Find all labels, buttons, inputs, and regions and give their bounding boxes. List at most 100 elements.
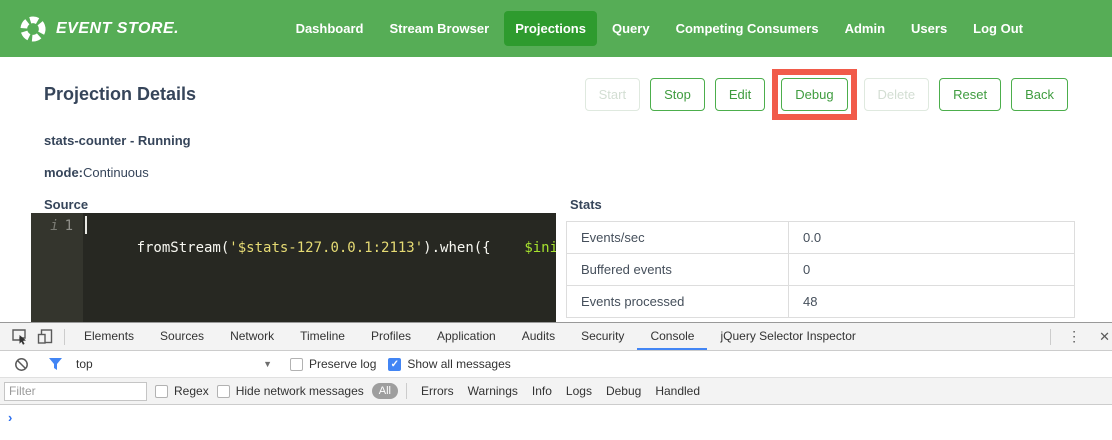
nav-item-projections[interactable]: Projections: [504, 11, 597, 46]
show-all-messages-checkbox[interactable]: ✓: [388, 358, 401, 371]
toolbar-divider: [64, 329, 65, 345]
nav-menu: DashboardStream BrowserProjectionsQueryC…: [285, 11, 1034, 46]
nav-item-admin[interactable]: Admin: [834, 11, 896, 46]
mode-value: Continuous: [83, 165, 149, 180]
tab-jquery-selector-inspector[interactable]: jQuery Selector Inspector: [707, 323, 868, 350]
tab-security[interactable]: Security: [568, 323, 637, 350]
stat-value-cell: 0: [789, 254, 1075, 286]
nav-item-dashboard[interactable]: Dashboard: [285, 11, 375, 46]
code-token-plain: fromStream(: [137, 240, 230, 256]
debug-button[interactable]: Debug: [781, 78, 847, 111]
close-devtools-icon[interactable]: ✕: [1091, 329, 1112, 345]
delete-button[interactable]: Delete: [864, 78, 930, 111]
stat-value-cell: 0.0: [789, 222, 1075, 254]
tab-profiles[interactable]: Profiles: [358, 323, 424, 350]
tab-application[interactable]: Application: [424, 323, 509, 350]
reset-button[interactable]: Reset: [939, 78, 1001, 111]
toolbar-divider: [1050, 329, 1051, 345]
cursor-caret: [85, 216, 87, 234]
show-all-messages-option[interactable]: ✓ Show all messages: [388, 357, 510, 371]
brand-name: EVENT STORE.: [56, 20, 179, 38]
nav-item-log-out[interactable]: Log Out: [962, 11, 1034, 46]
start-button[interactable]: Start: [585, 78, 640, 111]
tab-sources[interactable]: Sources: [147, 323, 217, 350]
hide-network-option[interactable]: Hide network messages: [217, 384, 364, 398]
overflow-menu-icon[interactable]: ⋮: [1057, 328, 1091, 345]
projection-status: stats-counter - Running: [44, 133, 191, 148]
table-row: Events processed48: [567, 286, 1075, 318]
console-toolbar: top ▼ Preserve log ✓ Show all messages: [0, 351, 1112, 378]
tab-network[interactable]: Network: [217, 323, 287, 350]
action-buttons: Start Stop Edit Debug Delete Reset Back: [585, 78, 1068, 111]
clear-console-icon[interactable]: [8, 352, 34, 376]
stat-label-cell: Events processed: [567, 286, 789, 318]
stat-label-cell: Buffered events: [567, 254, 789, 286]
mode-label: mode:: [44, 165, 83, 180]
stop-button[interactable]: Stop: [650, 78, 705, 111]
tab-audits[interactable]: Audits: [509, 323, 568, 350]
filter-category-errors[interactable]: Errors: [415, 384, 460, 398]
context-value: top: [76, 357, 93, 371]
console-prompt-icon: ›: [8, 410, 12, 425]
edit-button[interactable]: Edit: [715, 78, 765, 111]
filter-divider: [406, 383, 407, 399]
preserve-log-checkbox[interactable]: [290, 358, 303, 371]
stats-table: Events/sec0.0Buffered events0Events proc…: [566, 221, 1075, 318]
devtools-tabs: ElementsSourcesNetworkTimelineProfilesAp…: [71, 323, 869, 350]
editor-gutter: i 1: [31, 213, 83, 322]
code-token-plain: ).when({: [423, 240, 490, 256]
regex-option[interactable]: Regex: [155, 384, 209, 398]
brand[interactable]: EVENT STORE.: [18, 14, 179, 44]
filter-category-logs[interactable]: Logs: [560, 384, 598, 398]
tab-timeline[interactable]: Timeline: [287, 323, 358, 350]
code-editor[interactable]: i 1 fromStream('$stats-127.0.0.1:2113').…: [31, 213, 556, 322]
hide-network-checkbox[interactable]: [217, 385, 230, 398]
filter-category-handled[interactable]: Handled: [649, 384, 706, 398]
console-filter-bar: Regex Hide network messages All ErrorsWa…: [0, 378, 1112, 405]
stats-heading: Stats: [570, 197, 602, 212]
devtools-tabbar-right: ⋮ ✕: [1044, 323, 1112, 350]
source-heading: Source: [44, 197, 88, 212]
code-token-plain: [491, 240, 525, 256]
device-toolbar-icon[interactable]: [32, 325, 58, 349]
table-row: Events/sec0.0: [567, 222, 1075, 254]
nav-item-users[interactable]: Users: [900, 11, 958, 46]
line-number: 1: [65, 215, 73, 322]
chevron-down-icon: ▼: [263, 359, 272, 369]
code-line[interactable]: fromStream('$stats-127.0.0.1:2113').when…: [83, 213, 556, 322]
tab-elements[interactable]: Elements: [71, 323, 147, 350]
filter-category-warnings[interactable]: Warnings: [462, 384, 524, 398]
navbar: EVENT STORE. DashboardStream BrowserProj…: [0, 0, 1112, 57]
gutter-annotation-icon: i: [50, 215, 58, 322]
filter-input[interactable]: [4, 382, 147, 401]
filter-categories: ErrorsWarningsInfoLogsDebugHandled: [415, 384, 706, 398]
preserve-log-label: Preserve log: [309, 357, 376, 371]
back-button[interactable]: Back: [1011, 78, 1068, 111]
stat-label-cell: Events/sec: [567, 222, 789, 254]
show-all-messages-label: Show all messages: [407, 357, 510, 371]
devtools-panel: ElementsSourcesNetworkTimelineProfilesAp…: [0, 322, 1112, 440]
filter-funnel-icon[interactable]: [42, 352, 68, 376]
page-title: Projection Details: [44, 84, 196, 105]
eventstore-logo-icon: [18, 14, 48, 44]
filter-all-badge[interactable]: All: [372, 383, 398, 399]
devtools-tabbar: ElementsSourcesNetworkTimelineProfilesAp…: [0, 323, 1112, 351]
filter-category-debug[interactable]: Debug: [600, 384, 647, 398]
debug-highlight-box: Debug: [772, 69, 856, 120]
mode-line: mode:Continuous: [44, 165, 149, 180]
code-token-keyname: $init:: [524, 240, 556, 256]
nav-item-query[interactable]: Query: [601, 11, 661, 46]
tab-console[interactable]: Console: [637, 323, 707, 350]
filter-category-info[interactable]: Info: [526, 384, 558, 398]
code-token-string: '$stats-127.0.0.1:2113': [229, 240, 423, 256]
console-output[interactable]: ›: [0, 405, 1112, 439]
preserve-log-option[interactable]: Preserve log: [290, 357, 376, 371]
stat-value-cell: 48: [789, 286, 1075, 318]
inspect-element-icon[interactable]: [6, 325, 32, 349]
nav-item-competing-consumers[interactable]: Competing Consumers: [665, 11, 830, 46]
execution-context-selector[interactable]: top ▼: [76, 357, 272, 371]
regex-label: Regex: [174, 384, 209, 398]
table-row: Buffered events0: [567, 254, 1075, 286]
regex-checkbox[interactable]: [155, 385, 168, 398]
nav-item-stream-browser[interactable]: Stream Browser: [378, 11, 500, 46]
